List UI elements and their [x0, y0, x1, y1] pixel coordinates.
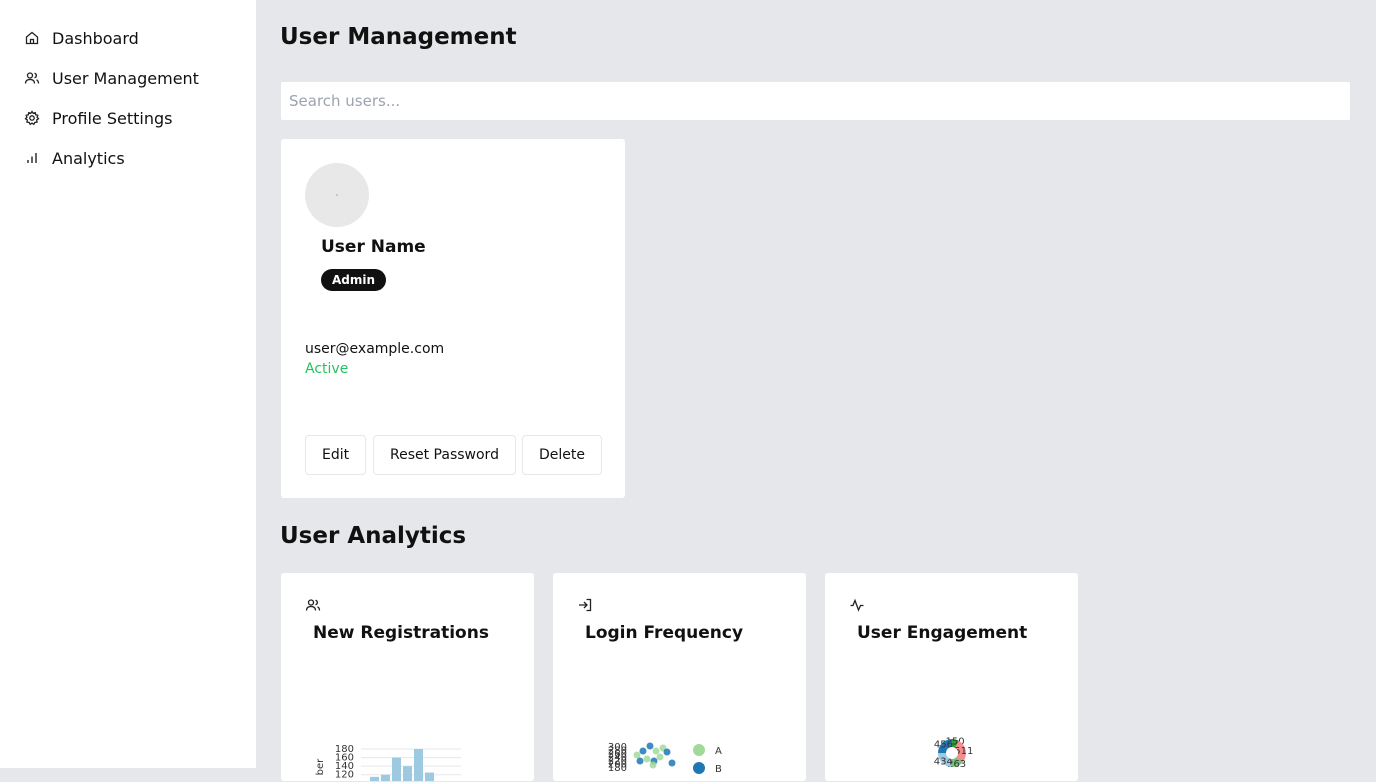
sidebar-item-analytics[interactable]: Analytics: [24, 146, 125, 170]
avatar: [305, 163, 369, 227]
chart-title: Login Frequency: [585, 623, 744, 643]
sidebar-item-user-management[interactable]: User Management: [24, 66, 199, 90]
section-title: User Analytics: [280, 523, 467, 549]
sidebar-item-label: Dashboard: [52, 28, 139, 48]
chart-title: New Registrations: [313, 623, 489, 643]
scatter-point: [636, 757, 644, 765]
scatter-point: [646, 742, 654, 750]
bar-chart-icon: [24, 150, 40, 166]
scatter-point: [668, 759, 676, 767]
login-icon: [577, 597, 593, 613]
home-icon: [24, 30, 40, 46]
status-text: Active: [305, 361, 349, 377]
pie-chart: 150511263434456: [934, 736, 974, 770]
chart-card-login-frequency: Login Frequency 300 280 260 240 220 200 180 A B: [552, 572, 807, 782]
scatter-point: [649, 761, 657, 769]
user-email: user@example.com: [305, 341, 445, 357]
y-tick-label: 180: [608, 763, 627, 774]
sidebar-item-dashboard[interactable]: Dashboard: [24, 26, 139, 50]
sidebar-item-profile-settings[interactable]: Profile Settings: [24, 106, 172, 130]
scatter-point: [643, 755, 651, 763]
users-icon: [305, 597, 321, 613]
bar: [403, 766, 412, 781]
sidebar-item-label: Analytics: [52, 148, 125, 168]
scatter-point: [663, 748, 671, 756]
pie-hole: [946, 747, 958, 759]
delete-button[interactable]: Delete: [522, 435, 602, 475]
sidebar: Dashboard User Management Profile Settin…: [0, 0, 256, 768]
bar: [425, 772, 434, 781]
scatter-chart: 300280260240220200180AB: [608, 742, 722, 775]
bar: [370, 776, 379, 781]
gear-icon: [24, 110, 40, 126]
y-tick-label: 120: [335, 770, 354, 781]
scatter-point: [652, 747, 660, 755]
sidebar-item-label: User Management: [52, 68, 199, 88]
legend-label: A: [715, 746, 722, 757]
edit-button[interactable]: Edit: [305, 435, 367, 475]
bar: [414, 749, 423, 781]
user-name: User Name: [321, 237, 426, 257]
scatter-point: [633, 751, 641, 759]
y-axis-label: ber: [315, 758, 326, 776]
bar-chart: 180160140120ber: [315, 744, 461, 781]
scatter-point: [639, 747, 647, 755]
role-badge: Admin: [321, 269, 387, 291]
chart-card-user-engagement: User Engagement 150 511 263 434 456: [824, 572, 1079, 782]
bar: [381, 774, 390, 781]
search-input[interactable]: [280, 81, 1351, 121]
sidebar-item-label: Profile Settings: [52, 108, 173, 128]
users-icon: [24, 70, 40, 86]
scatter-point: [656, 753, 664, 761]
reset-password-button[interactable]: Reset Password: [373, 435, 516, 475]
chart-title: User Engagement: [857, 623, 1028, 643]
main-content: User Management User Name Admin user@exa…: [256, 0, 1376, 782]
page-title: User Management: [280, 24, 517, 50]
chart-card-new-registrations: New Registrations 180 160 140 120 ber: [280, 572, 535, 782]
legend-marker: [693, 744, 705, 756]
legend-marker: [693, 762, 705, 774]
bar: [392, 757, 401, 781]
legend-label: B: [715, 764, 722, 775]
activity-icon: [849, 597, 865, 613]
user-card: User Name Admin user@example.com Active …: [280, 138, 626, 499]
